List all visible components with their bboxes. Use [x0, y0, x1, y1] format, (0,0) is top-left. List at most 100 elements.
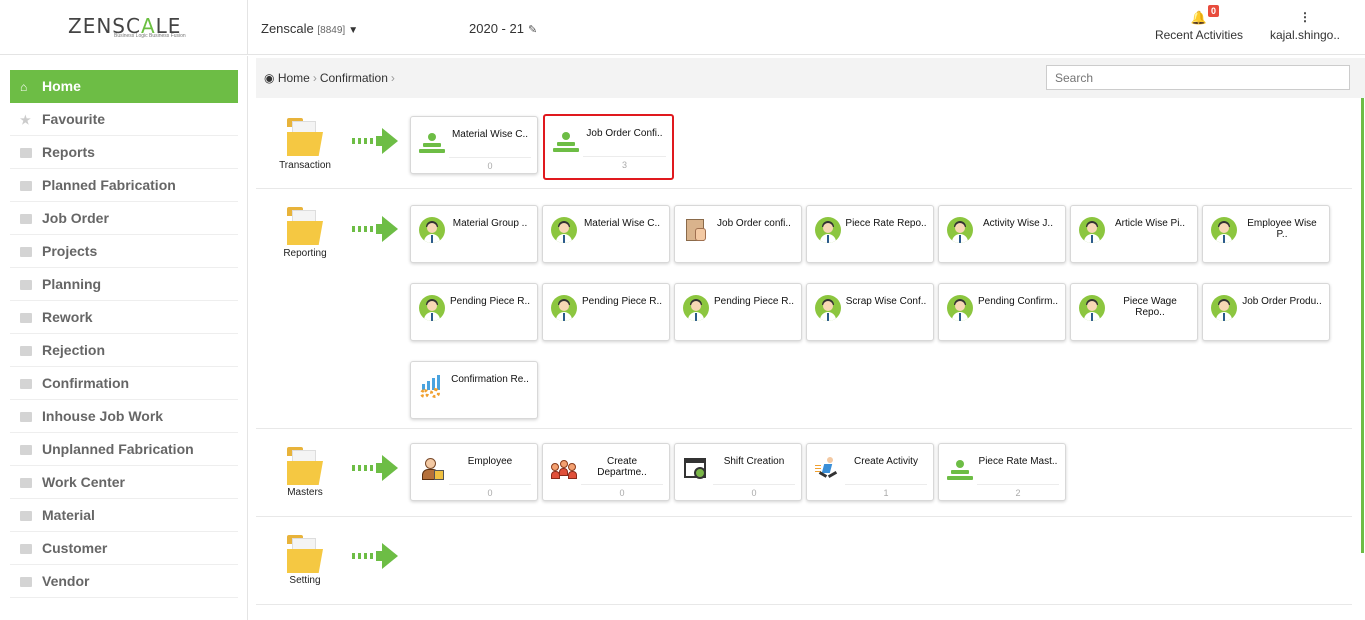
sidebar-item-label: Reports: [42, 144, 95, 160]
tile-name: Job Order confi..: [717, 218, 791, 229]
breadcrumb: ◉ Home › Confirmation ›: [264, 71, 398, 85]
sidebar-item-planning[interactable]: Planning: [10, 268, 238, 301]
fiscal-year-value: 2020 - 21: [469, 21, 524, 36]
team-icon: [551, 455, 577, 481]
section-masters: Masters Employee 0 Create Departme.. 0 S…: [256, 429, 1352, 517]
tile-pending-piece-rate-1[interactable]: Pending Piece R..: [410, 283, 538, 341]
sidebar-item-inhouse-job-work[interactable]: Inhouse Job Work: [10, 400, 238, 433]
folder-icon: [20, 412, 32, 422]
recent-activities-button[interactable]: 🔔 0 Recent Activities: [1150, 5, 1248, 42]
tile-name: Pending Piece R..: [581, 296, 663, 307]
sidebar-item-home[interactable]: ⌂ Home: [10, 70, 238, 103]
sidebar-item-vendor[interactable]: Vendor: [10, 565, 238, 598]
tile-piece-rate-master[interactable]: Piece Rate Mast.. 2: [938, 443, 1066, 501]
tile-job-order-confirmation-report[interactable]: Job Order confi..: [674, 205, 802, 263]
star-icon: ★: [20, 113, 31, 127]
tile-name: Shift Creation: [723, 456, 785, 467]
search-input[interactable]: [1046, 65, 1350, 90]
sidebar-item-work-center[interactable]: Work Center: [10, 466, 238, 499]
person-icon: [419, 128, 445, 154]
tile-confirmation-report[interactable]: Confirmation Re..: [410, 361, 538, 419]
sidebar-item-label: Planning: [42, 276, 102, 292]
arrow-right-icon: [352, 128, 400, 154]
breadcrumb-home[interactable]: Home: [278, 71, 310, 85]
sidebar-item-planned-fabrication[interactable]: Planned Fabrication: [10, 169, 238, 202]
folder-icon: [20, 313, 32, 323]
user-avatar-icon: [947, 217, 973, 243]
tile-name: Confirmation Re..: [451, 374, 529, 385]
tile-material-group-report[interactable]: Material Group ..: [410, 205, 538, 263]
bell-icon: 🔔: [1190, 10, 1208, 25]
dashboard-icon: ◉: [264, 71, 275, 85]
tile-material-wise-report[interactable]: Material Wise C..: [542, 205, 670, 263]
tile-count: 0: [619, 488, 625, 498]
scrollbar[interactable]: [1361, 98, 1364, 553]
tile-count: 0: [487, 488, 493, 498]
folder-icon: [20, 280, 32, 290]
tile-name: Article Wise Pi..: [1114, 218, 1185, 229]
section-label: Reporting: [283, 248, 327, 259]
sidebar-item-favourite[interactable]: ★ Favourite: [10, 103, 238, 136]
tile-count: 0: [487, 161, 493, 171]
tile-create-department[interactable]: Create Departme.. 0: [542, 443, 670, 501]
tile-pending-piece-rate-3[interactable]: Pending Piece R..: [674, 283, 802, 341]
sidebar-item-material[interactable]: Material: [10, 499, 238, 532]
top-bar: ZENSCALE Business Logic Business Fusion …: [0, 0, 1365, 55]
folder-icon: [287, 535, 323, 573]
arrow-right-icon: [352, 455, 400, 481]
tile-activity-wise-report[interactable]: Activity Wise J..: [938, 205, 1066, 263]
tile-name: Pending Piece R..: [713, 296, 795, 307]
tile-employee-wise-report[interactable]: Employee Wise P..: [1202, 205, 1330, 263]
user-avatar-icon: [1079, 217, 1105, 243]
fiscal-year[interactable]: 2020 - 21 ✎: [469, 21, 537, 36]
folder-icon: [20, 379, 32, 389]
employee-icon: [419, 455, 445, 481]
calendar-clock-icon: [683, 455, 709, 481]
sidebar-item-label: Home: [42, 78, 81, 94]
folder-icon: [20, 214, 32, 224]
tile-pending-confirmation[interactable]: Pending Confirm..: [938, 283, 1066, 341]
tile-count: 2: [1015, 488, 1021, 498]
sidebar-item-label: Customer: [42, 540, 108, 556]
tile-name: Employee Wise P..: [1247, 218, 1317, 240]
sidebar-item-confirmation[interactable]: Confirmation: [10, 367, 238, 400]
folder-icon: [287, 447, 323, 485]
company-selector[interactable]: Zenscale [8849] ▼: [261, 21, 358, 36]
breadcrumb-bar: ◉ Home › Confirmation ›: [256, 58, 1365, 98]
folder-icon: [20, 346, 32, 356]
sidebar-item-label: Inhouse Job Work: [42, 408, 164, 424]
arrow-right-icon: [352, 543, 400, 569]
user-avatar-icon: [1211, 217, 1237, 243]
tile-create-activity[interactable]: Create Activity 1: [806, 443, 934, 501]
sidebar-item-customer[interactable]: Customer: [10, 532, 238, 565]
tile-job-order-production[interactable]: Job Order Produ..: [1202, 283, 1330, 341]
sidebar-item-reports[interactable]: Reports: [10, 136, 238, 169]
breadcrumb-separator-icon: ›: [312, 71, 317, 85]
edit-icon[interactable]: ✎: [528, 24, 537, 36]
sidebar-item-rejection[interactable]: Rejection: [10, 334, 238, 367]
tile-pending-piece-rate-2[interactable]: Pending Piece R..: [542, 283, 670, 341]
tile-scrap-wise-confirmation[interactable]: Scrap Wise Conf..: [806, 283, 934, 341]
folder-icon: [20, 247, 32, 257]
runner-icon: [815, 455, 841, 481]
tile-piece-rate-report[interactable]: Piece Rate Repo..: [806, 205, 934, 263]
folder-icon: [20, 478, 32, 488]
tile-name: Material Wise C..: [451, 129, 529, 140]
user-avatar-icon: [683, 295, 709, 321]
breadcrumb-current[interactable]: Confirmation: [320, 71, 388, 85]
section-reporting: Reporting Material Group .. Material Wis…: [256, 189, 1352, 429]
tile-employee[interactable]: Employee 0: [410, 443, 538, 501]
tile-article-wise-report[interactable]: Article Wise Pi..: [1070, 205, 1198, 263]
tile-piece-wage-report[interactable]: Piece Wage Repo..: [1070, 283, 1198, 341]
tile-material-wise-confirmation[interactable]: Material Wise C.. 0: [410, 116, 538, 174]
section-setting: Setting: [256, 517, 1352, 605]
tile-name: Piece Wage Repo..: [1123, 296, 1177, 318]
sidebar-item-job-order[interactable]: Job Order: [10, 202, 238, 235]
sidebar-menu: ⌂ Home ★ Favourite Reports Planned Fabrica…: [10, 70, 238, 598]
tile-shift-creation[interactable]: Shift Creation 0: [674, 443, 802, 501]
user-menu[interactable]: ⋮ kajal.shingo..: [1262, 10, 1348, 42]
sidebar-item-unplanned-fabrication[interactable]: Unplanned Fabrication: [10, 433, 238, 466]
tile-job-order-confirmation[interactable]: Job Order Confi.. 3: [543, 114, 674, 180]
sidebar-item-rework[interactable]: Rework: [10, 301, 238, 334]
sidebar-item-projects[interactable]: Projects: [10, 235, 238, 268]
